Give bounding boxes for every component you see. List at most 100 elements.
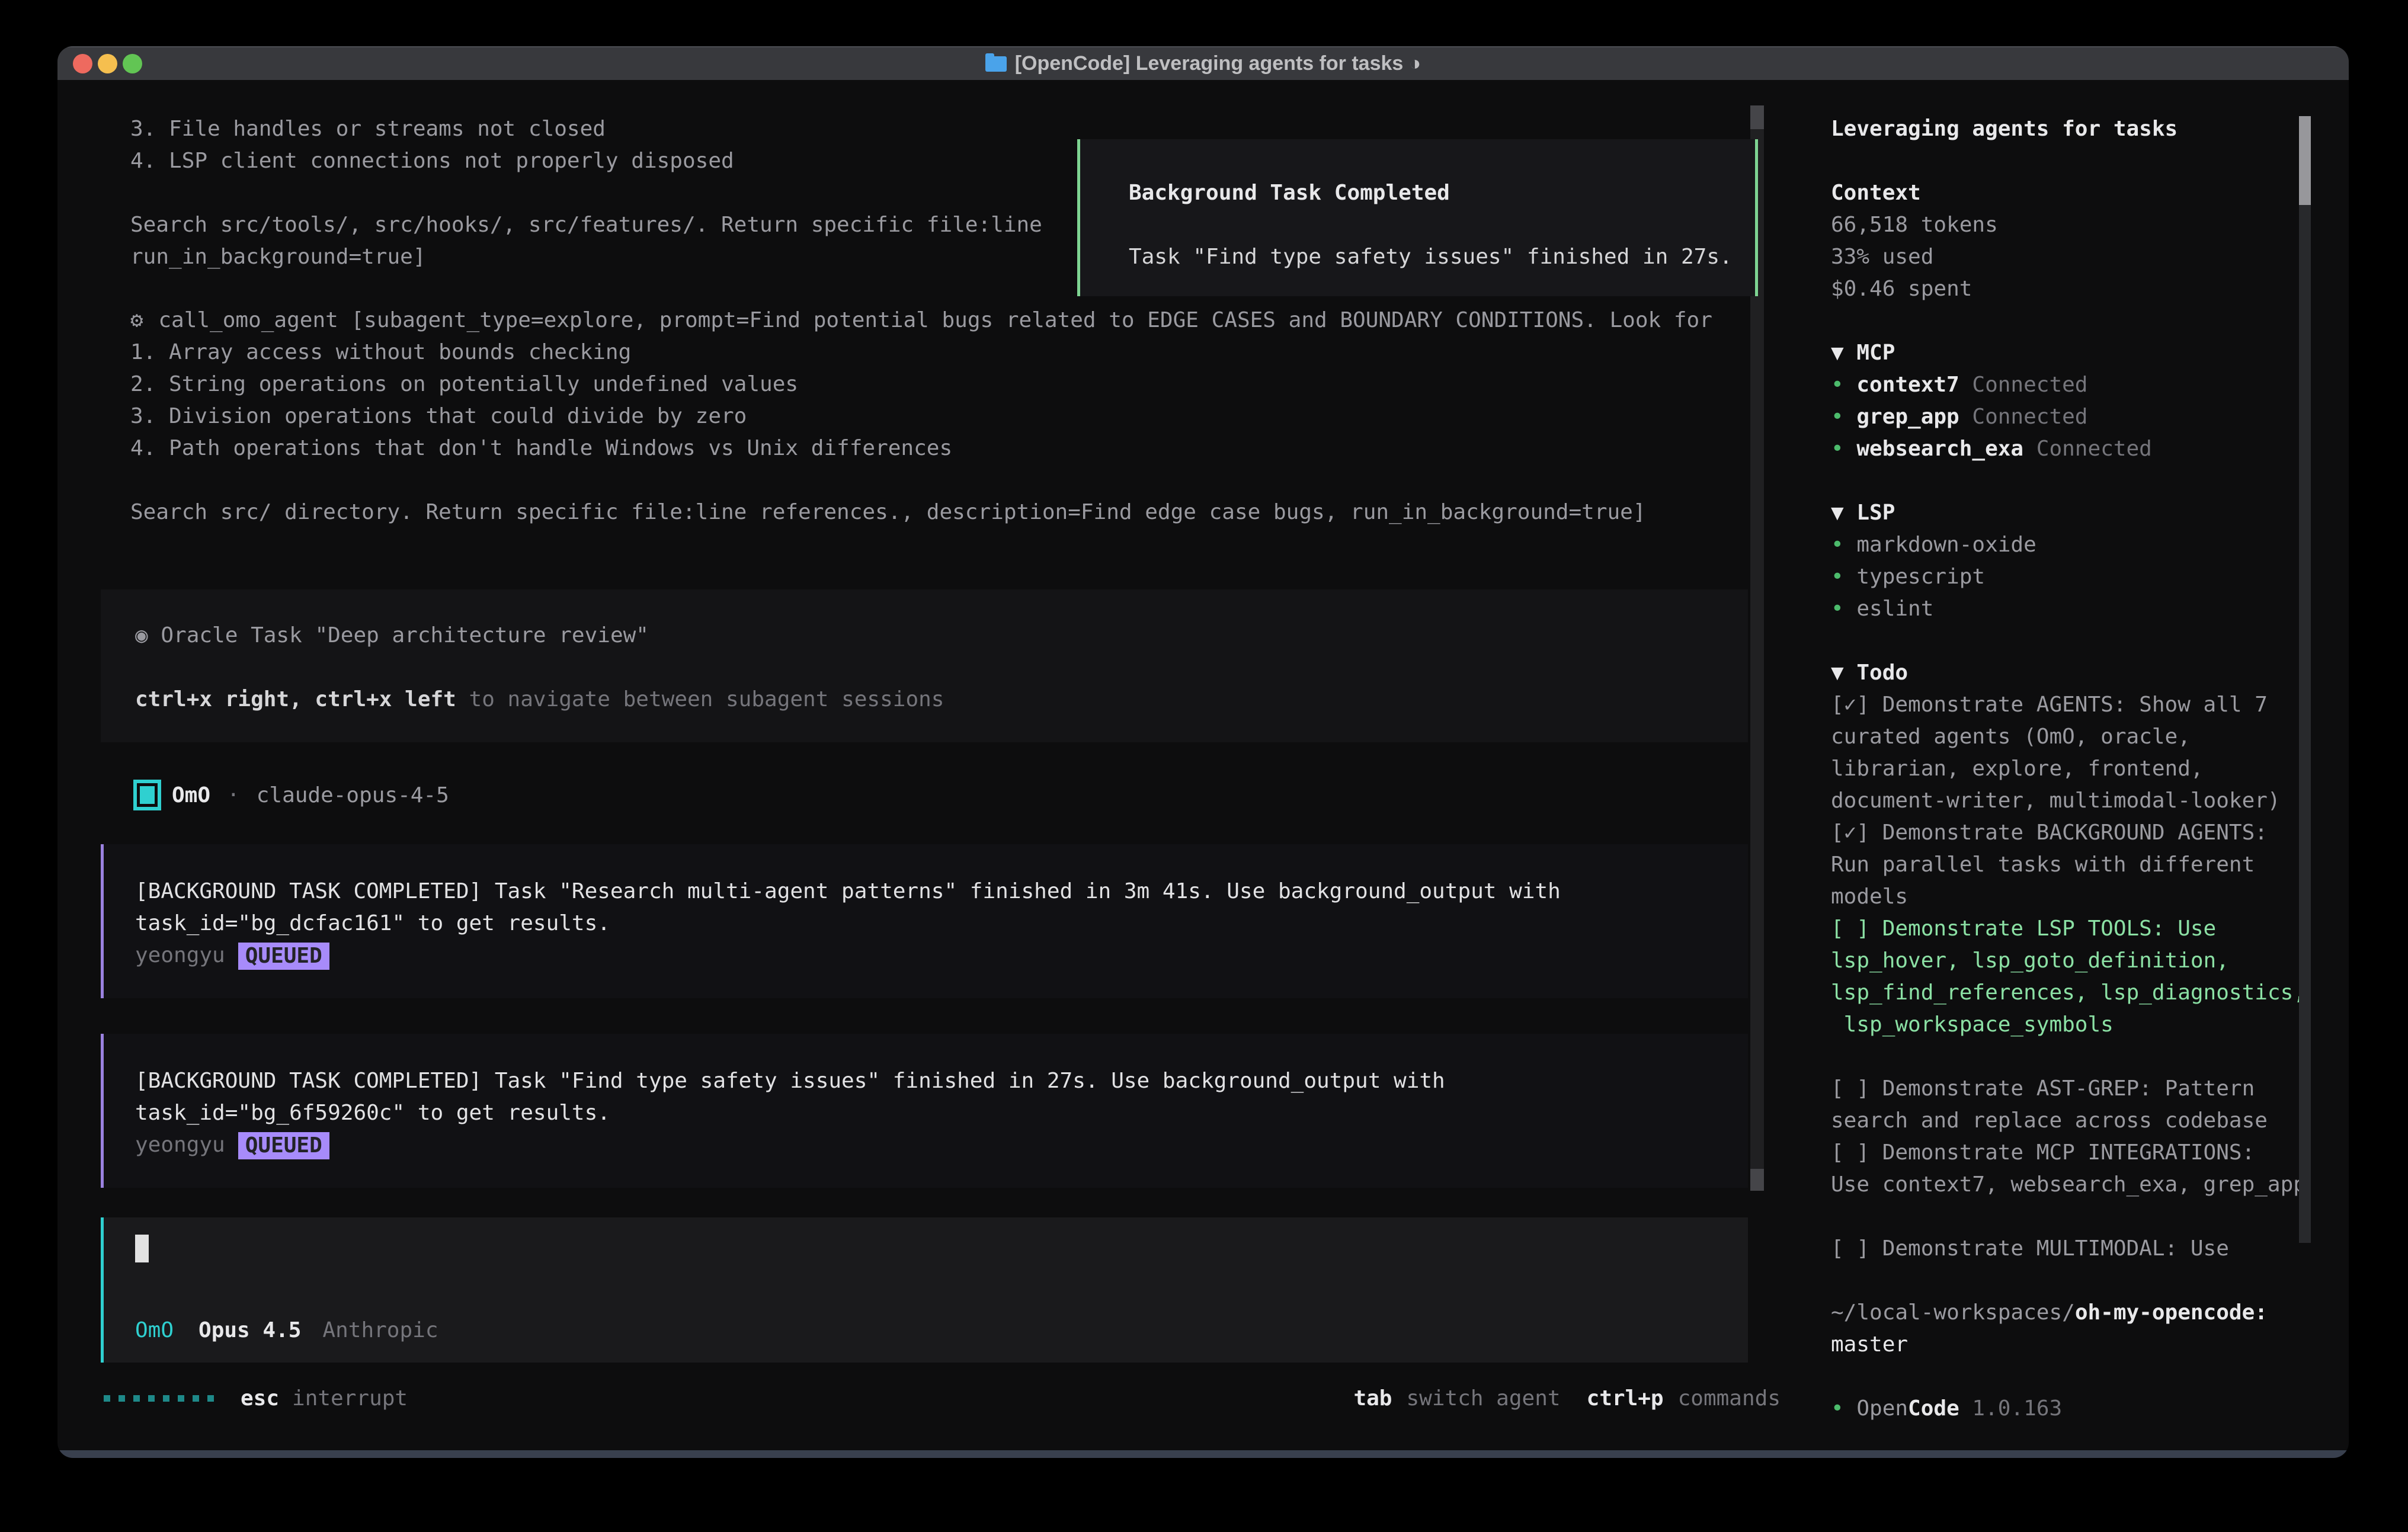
sidebar-scrollbar-track[interactable] [2299, 116, 2311, 1243]
todo-heading: Todo [1856, 661, 1908, 685]
status-bar: esc interrupt tab switch agent ctrl+p co… [104, 1382, 1781, 1414]
fisheye-icon: ◉ [135, 623, 148, 648]
spinner-dot [163, 1395, 169, 1402]
todo-line: document-writer, multimodal-looker) [1831, 785, 2317, 817]
lsp-item: •typescript [1831, 561, 2317, 593]
version-name-prefix: Open [1856, 1396, 1908, 1421]
window-titlebar: [OpenCode] Leveraging agents for tasks ◑ [57, 46, 2349, 80]
main-scrollbar-thumb-bottom[interactable] [1750, 1169, 1764, 1191]
spinner-dot [104, 1395, 110, 1402]
mcp-name: context7 [1856, 373, 1959, 397]
lsp-item: •eslint [1831, 593, 2317, 625]
sidebar-spacer [1831, 625, 2317, 657]
workspace-branch: master [1831, 1329, 2317, 1361]
tool-call-line: 3. Division operations that could divide… [130, 400, 1760, 432]
version-name-suffix: Code [1908, 1396, 1959, 1421]
mcp-status: Connected [2036, 437, 2152, 461]
toast-body: Task "Find type safety issues" finished … [1129, 241, 1755, 273]
lsp-name: eslint [1856, 597, 1933, 621]
lsp-name: markdown-oxide [1856, 533, 2036, 557]
todo-line: [ ] Demonstrate MULTIMODAL: Use [1831, 1233, 2317, 1265]
tool-call-output: ⚙ call_omo_agent [subagent_type=explore,… [130, 305, 1760, 528]
spinner-dot [193, 1395, 199, 1402]
oracle-task-title-line: ◉ Oracle Task "Deep architecture review" [135, 620, 1748, 652]
esc-key-label: interrupt [292, 1386, 408, 1411]
statusbar-right: tab switch agent ctrl+p commands [1353, 1386, 1781, 1411]
sidebar-scrollbar-thumb[interactable] [2299, 116, 2311, 205]
version-number: 1.0.163 [1972, 1396, 2062, 1421]
context-used: 33% used [1831, 241, 2317, 273]
todo-line-active: lsp_hover, lsp_goto_definition, [1831, 945, 2317, 977]
todo-line: [✓] Demonstrate AGENTS: Show all 7 [1831, 689, 2317, 721]
oracle-hint-line: ctrl+x right, ctrl+x left to navigate be… [135, 684, 1748, 716]
tool-call-line: ⚙ call_omo_agent [subagent_type=explore,… [130, 305, 1760, 336]
message-line: task_id="bg_6f59260c" to get results. [135, 1097, 1748, 1129]
spinner-dot [119, 1395, 125, 1402]
tool-call-line [130, 464, 1760, 496]
todo-line: models [1831, 881, 2317, 913]
workspace-path-prefix: ~/local-workspaces/ [1831, 1300, 2075, 1325]
background-task-message: [BACKGROUND TASK COMPLETED] Task "Resear… [101, 844, 1748, 998]
tool-call-line: 2. String operations on potentially unde… [130, 368, 1760, 400]
todo-line: [ ] Demonstrate AST-GREP: Pattern [1831, 1073, 2317, 1105]
toast-spacer [1129, 209, 1755, 241]
message-line: [BACKGROUND TASK COMPLETED] Task "Resear… [135, 876, 1748, 908]
lsp-name: typescript [1856, 565, 1985, 589]
sidebar: Leveraging agents for tasks Context 66,5… [1831, 113, 2317, 1425]
prompt-input[interactable]: OmO Opus 4.5 Anthropic [101, 1217, 1748, 1363]
tool-call-line: 1. Array access without bounds checking [130, 336, 1760, 368]
spinner-dot [207, 1395, 214, 1402]
sidebar-spacer [1831, 305, 2317, 337]
chevron-down-icon: ▼ [1831, 657, 1856, 689]
chevron-down-icon: ▼ [1831, 497, 1856, 529]
todo-line: Run parallel tasks with different [1831, 849, 2317, 881]
message-meta: yeongyu QUEUED [135, 1129, 1748, 1161]
workspace-repo: oh-my-opencode: [2075, 1300, 2268, 1325]
todo-line: [✓] Demonstrate BACKGROUND AGENTS: [1831, 817, 2317, 849]
context-heading: Context [1831, 177, 2317, 209]
lsp-section-header[interactable]: ▼LSP [1831, 497, 2317, 529]
agent-name: OmO [172, 783, 210, 807]
text-cursor [135, 1235, 149, 1262]
mcp-heading: MCP [1856, 341, 1895, 365]
lsp-heading: LSP [1856, 501, 1895, 525]
todo-section-header[interactable]: ▼Todo [1831, 657, 2317, 689]
sidebar-spacer [1831, 1265, 2317, 1297]
context-tokens: 66,518 tokens [1831, 209, 2317, 241]
mcp-item: •websearch_exa Connected [1831, 433, 2317, 465]
spinner-dot [148, 1395, 155, 1402]
agent-icon [133, 780, 161, 810]
todo-line: curated agents (OmO, oracle, [1831, 721, 2317, 753]
oracle-task-panel: ◉ Oracle Task "Deep architecture review"… [101, 589, 1748, 742]
spinner-dot [178, 1395, 184, 1402]
mcp-name: websearch_exa [1856, 437, 2023, 461]
bullet-icon: • [1831, 1393, 1856, 1425]
message-line: task_id="bg_dcfac161" to get results. [135, 908, 1748, 940]
message-author: yeongyu [135, 1133, 225, 1157]
todo-line-active: [ ] Demonstrate LSP TOOLS: Use [1831, 913, 2317, 945]
mcp-item: •grep_appConnected [1831, 401, 2317, 433]
oracle-keybinding: ctrl+x right, ctrl+x left [135, 687, 456, 711]
mcp-status: Connected [1972, 373, 2087, 397]
main-scrollbar-thumb-top[interactable] [1750, 105, 1764, 129]
context-spent: $0.46 spent [1831, 273, 2317, 305]
tool-call-line: 4. Path operations that don't handle Win… [130, 432, 1760, 464]
agent-icon-fill [140, 786, 155, 804]
agent-model: claude-opus-4-5 [257, 783, 449, 807]
background-task-message: [BACKGROUND TASK COMPLETED] Task "Find t… [101, 1034, 1748, 1188]
spinner-dots [104, 1395, 214, 1402]
window-title: [OpenCode] Leveraging agents for tasks ◑ [1015, 52, 1421, 75]
tool-call-line: Search src/ directory. Return specific f… [130, 496, 1760, 528]
bullet-icon: • [1831, 561, 1856, 593]
status-badge: QUEUED [238, 1132, 329, 1159]
tool-call-text: call_omo_agent [subagent_type=explore, p… [146, 308, 1712, 332]
bullet-icon: • [1831, 433, 1856, 465]
notification-toast: Background Task Completed Task "Find typ… [1077, 139, 1758, 296]
toast-title: Background Task Completed [1129, 177, 1755, 209]
chevron-down-icon: ▼ [1831, 337, 1856, 369]
mcp-section-header[interactable]: ▼MCP [1831, 337, 2317, 369]
agent-separator: · [227, 783, 240, 807]
todo-line: librarian, explore, frontend, [1831, 753, 2317, 785]
mcp-item: •context7Connected [1831, 369, 2317, 401]
mcp-status: Connected [1972, 405, 2087, 429]
